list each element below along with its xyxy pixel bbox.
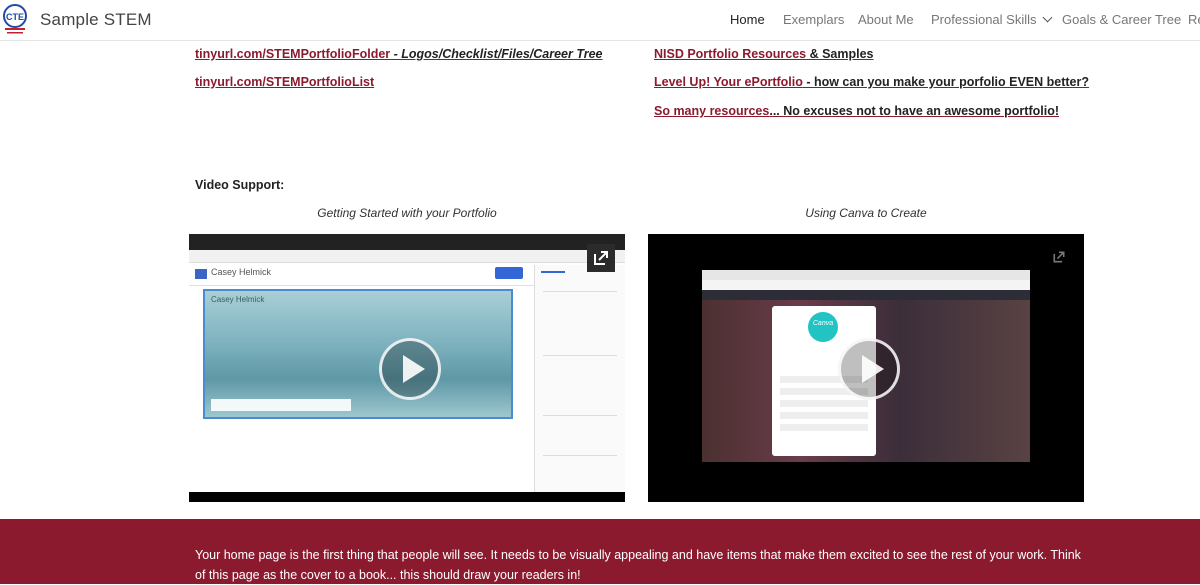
- sites-logo-icon: [195, 269, 207, 279]
- svg-text:CTE: CTE: [6, 12, 24, 22]
- nav-exemplars[interactable]: Exemplars: [783, 12, 844, 27]
- panel-divider: [543, 455, 617, 456]
- insert-tab-indicator: [541, 271, 565, 273]
- canva-logo-text: Canva: [812, 320, 834, 327]
- link-nisd-resources-desc: & Samples: [806, 47, 874, 61]
- video-control-bar: [189, 492, 625, 502]
- video-caption-getting-started: Getting Started with your Portfolio: [317, 206, 497, 220]
- chevron-down-icon: [1042, 12, 1052, 23]
- canva-address-bar: [702, 280, 1030, 290]
- link-nisd-resources-label[interactable]: NISD Portfolio Resources: [654, 47, 806, 61]
- video-support-heading: Video Support:: [195, 178, 285, 192]
- signup-option: [780, 424, 868, 431]
- link-so-many-resources-label[interactable]: So many resources: [654, 104, 769, 118]
- sites-insert-panel: [534, 265, 625, 502]
- link-so-many-resources-desc: ... No excuses not to have an awesome po…: [769, 104, 1059, 118]
- nav-home[interactable]: Home: [730, 12, 765, 27]
- play-button-icon[interactable]: [838, 338, 900, 400]
- nav-about-me[interactable]: About Me: [858, 12, 914, 27]
- play-button-icon[interactable]: [379, 338, 441, 400]
- nav-professional-skills-label: Professional Skills: [931, 12, 1037, 27]
- panel-divider: [543, 355, 617, 356]
- panel-divider: [543, 291, 617, 292]
- link-level-up-desc: - how can you make your porfolio EVEN be…: [802, 75, 1090, 89]
- video-inner-title: Casey Helmick: [211, 267, 272, 277]
- link-portfolio-folder: tinyurl.com/STEMPortfolioFolder - Logos/…: [195, 47, 603, 61]
- banner-text: Your home page is the first thing that p…: [195, 548, 1081, 582]
- footer-banner: Your home page is the first thing that p…: [0, 519, 1200, 584]
- browser-tab-strip: [189, 234, 625, 250]
- video-caption-canva: Using Canva to Create: [805, 206, 927, 220]
- link-level-up-label[interactable]: Level Up! Your ePortfolio: [654, 75, 803, 89]
- open-external-icon[interactable]: [1048, 246, 1070, 268]
- nav-goals-career-tree[interactable]: Goals & Career Tree: [1062, 12, 1181, 27]
- signup-option: [780, 412, 868, 419]
- video-player-getting-started[interactable]: Casey Helmick Casey Helmick: [189, 234, 625, 502]
- panel-divider: [543, 415, 617, 416]
- link-portfolio-list-label[interactable]: tinyurl.com/STEMPortfolioList: [195, 75, 374, 89]
- video-player-canva[interactable]: Canva: [648, 234, 1084, 502]
- top-navigation-bar: CTE Sample STEM Home Exemplars About Me …: [0, 0, 1200, 41]
- link-portfolio-list: tinyurl.com/STEMPortfolioList: [195, 75, 374, 89]
- browser-address-bar: [189, 250, 625, 263]
- cte-logo-icon[interactable]: CTE: [2, 4, 28, 36]
- canva-browser-tabs: [702, 270, 1030, 280]
- link-portfolio-folder-desc: - Logos/Checklist/Files/Career Tree: [390, 47, 603, 61]
- open-external-icon[interactable]: [587, 244, 615, 272]
- link-nisd-resources: NISD Portfolio Resources & Samples: [654, 47, 874, 61]
- nav-more[interactable]: Re: [1188, 12, 1200, 27]
- link-level-up: Level Up! Your ePortfolio - how can you …: [654, 75, 1089, 89]
- header-image-controls: [211, 399, 351, 411]
- nav-professional-skills[interactable]: Professional Skills: [931, 12, 1052, 27]
- link-portfolio-folder-label[interactable]: tinyurl.com/STEMPortfolioFolder: [195, 47, 390, 61]
- canva-nav-bar: [702, 290, 1030, 300]
- header-image-preview: Casey Helmick: [203, 289, 513, 419]
- signup-option: [780, 400, 868, 407]
- site-title[interactable]: Sample STEM: [40, 10, 152, 30]
- header-image-title: Casey Helmick: [211, 295, 265, 304]
- publish-button-graphic: [495, 267, 523, 279]
- canva-logo-icon: [808, 312, 838, 342]
- link-so-many-resources: So many resources... No excuses not to h…: [654, 104, 1059, 118]
